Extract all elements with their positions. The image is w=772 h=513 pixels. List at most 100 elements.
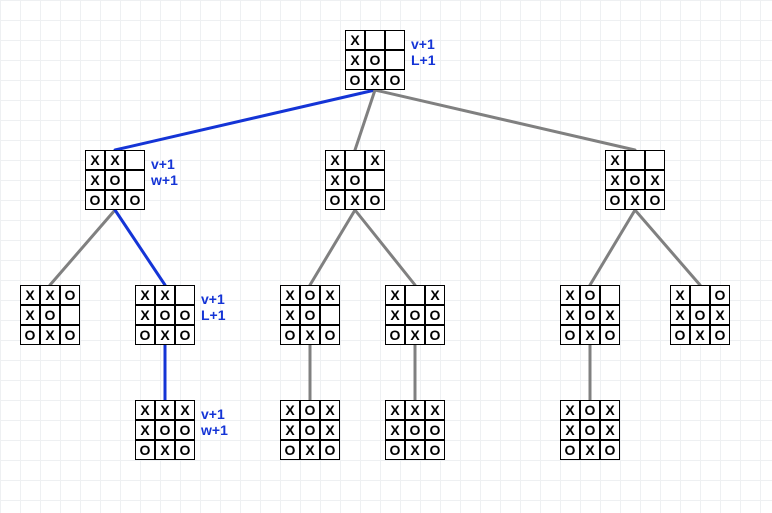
tree-edge — [50, 210, 115, 285]
game-state-node: XXXXOOOXO — [385, 400, 445, 460]
board-cell: O — [580, 305, 600, 325]
game-state-node: XOXXOOXO — [280, 285, 340, 345]
tictactoe-board: XXXOOXO — [85, 150, 145, 210]
board-cell: X — [710, 305, 730, 325]
tictactoe-board: XXOXOOXO — [20, 285, 80, 345]
board-cell: O — [345, 70, 365, 90]
node-annotation: v+1 w+1 — [201, 406, 228, 438]
board-cell — [385, 30, 405, 50]
board-cell — [625, 150, 645, 170]
board-cell: O — [175, 305, 195, 325]
board-cell: X — [320, 420, 340, 440]
board-cell: O — [710, 325, 730, 345]
board-cell: O — [175, 420, 195, 440]
board-cell — [385, 50, 405, 70]
board-cell: X — [600, 305, 620, 325]
board-cell: X — [300, 440, 320, 460]
board-cell: O — [560, 440, 580, 460]
board-cell: X — [280, 285, 300, 305]
board-cell — [645, 150, 665, 170]
board-cell: O — [625, 170, 645, 190]
tictactoe-board: XXXOOXO — [325, 150, 385, 210]
board-cell: X — [280, 305, 300, 325]
tree-edge — [590, 210, 635, 285]
board-cell — [405, 285, 425, 305]
board-cell: X — [560, 400, 580, 420]
board-cell: X — [135, 285, 155, 305]
board-cell: O — [670, 325, 690, 345]
board-cell — [320, 305, 340, 325]
tictactoe-board: XOXXOOXO — [280, 285, 340, 345]
board-cell — [125, 150, 145, 170]
board-cell: X — [670, 285, 690, 305]
board-cell: X — [425, 400, 445, 420]
board-cell: X — [325, 170, 345, 190]
board-cell: X — [605, 150, 625, 170]
board-cell: O — [325, 190, 345, 210]
board-cell: X — [175, 400, 195, 420]
board-cell: X — [385, 305, 405, 325]
node-annotation: v+1 w+1 — [151, 156, 178, 188]
board-cell: X — [600, 420, 620, 440]
tree-edge — [635, 210, 700, 285]
game-state-node: XXOXOXO — [605, 150, 665, 210]
board-cell: O — [580, 420, 600, 440]
board-cell: X — [155, 400, 175, 420]
board-cell: X — [580, 325, 600, 345]
board-cell — [60, 305, 80, 325]
board-cell: O — [175, 440, 195, 460]
board-cell: X — [645, 170, 665, 190]
board-cell: X — [135, 305, 155, 325]
board-cell: X — [600, 400, 620, 420]
board-cell: O — [300, 400, 320, 420]
board-cell: O — [60, 325, 80, 345]
board-cell: O — [645, 190, 665, 210]
board-cell: O — [320, 440, 340, 460]
board-cell: X — [385, 285, 405, 305]
board-cell: X — [580, 440, 600, 460]
tictactoe-board: XXXOOOXO — [135, 285, 195, 345]
board-cell: O — [690, 305, 710, 325]
board-cell: O — [560, 325, 580, 345]
game-state-node: XXXOOXOv+1 w+1 — [85, 150, 178, 210]
board-cell: O — [425, 420, 445, 440]
board-cell: X — [560, 305, 580, 325]
board-cell: X — [690, 325, 710, 345]
game-state-node: XOXOXOXO — [560, 285, 620, 345]
board-cell: X — [40, 285, 60, 305]
board-cell: O — [300, 420, 320, 440]
board-cell: X — [155, 285, 175, 305]
board-cell: X — [320, 285, 340, 305]
board-cell: O — [320, 325, 340, 345]
board-cell: X — [670, 305, 690, 325]
board-cell: O — [385, 325, 405, 345]
board-cell: O — [300, 285, 320, 305]
board-cell: O — [135, 325, 155, 345]
board-cell: X — [320, 400, 340, 420]
board-cell: O — [20, 325, 40, 345]
board-cell: X — [135, 400, 155, 420]
board-cell: X — [405, 325, 425, 345]
board-cell: X — [85, 150, 105, 170]
game-state-node: XOXOXOXO — [670, 285, 730, 345]
board-cell: O — [365, 50, 385, 70]
board-cell: O — [580, 285, 600, 305]
board-cell — [345, 150, 365, 170]
tictactoe-board: XXXXOOOXO — [135, 400, 195, 460]
board-cell — [365, 30, 385, 50]
game-state-node: XXXXOOOXOv+1 w+1 — [135, 400, 228, 460]
board-cell: O — [175, 325, 195, 345]
board-cell: X — [365, 150, 385, 170]
node-annotation: v+1 L+1 — [411, 36, 436, 68]
board-cell: O — [405, 305, 425, 325]
game-state-node: XOXXOXOXO — [280, 400, 340, 460]
board-cell: X — [325, 150, 345, 170]
tree-edge — [375, 90, 635, 150]
board-cell: X — [385, 400, 405, 420]
game-state-node: XOXXOXOXO — [560, 400, 620, 460]
board-cell: X — [345, 50, 365, 70]
tree-edge — [310, 210, 355, 285]
board-cell: X — [345, 190, 365, 210]
board-cell: O — [125, 190, 145, 210]
board-cell — [365, 170, 385, 190]
